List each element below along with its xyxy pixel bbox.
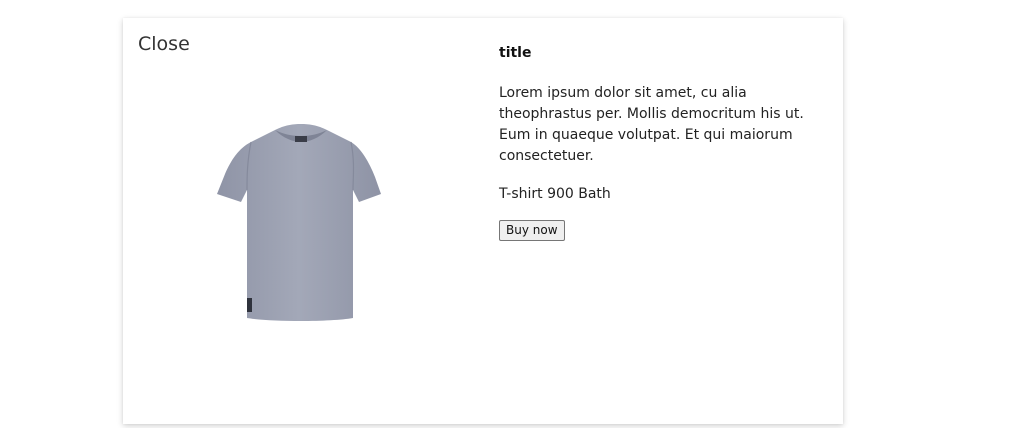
close-button[interactable]: Close (138, 33, 190, 55)
product-title: title (499, 45, 532, 61)
product-details: title Lorem ipsum dolor sit amet, cu ali… (499, 44, 819, 241)
product-price: T-shirt 900 Bath (499, 186, 611, 202)
product-description: Lorem ipsum dolor sit amet, cu alia theo… (499, 85, 804, 164)
tshirt-image (211, 122, 391, 328)
product-modal: Close title Lorem ipsum dolor sit amet, … (123, 18, 843, 424)
tshirt-icon (217, 124, 381, 321)
buy-now-button[interactable]: Buy now (499, 219, 565, 241)
